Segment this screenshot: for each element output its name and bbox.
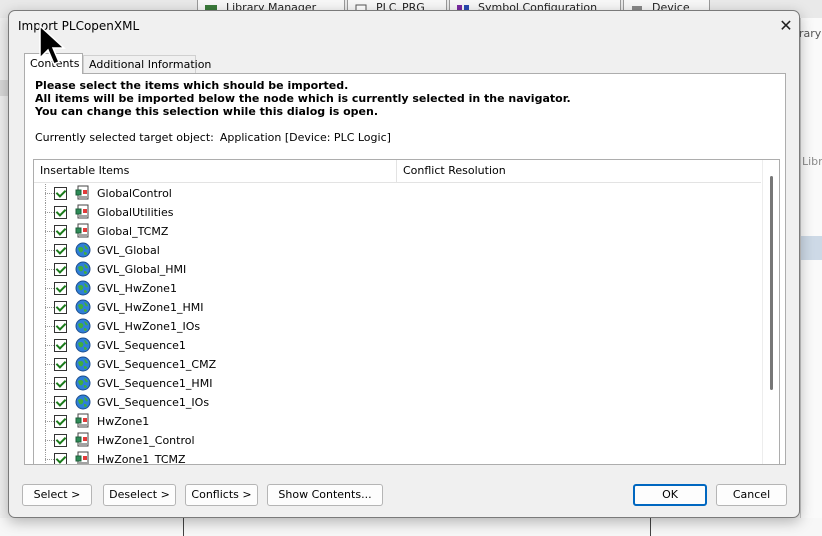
ide-right-panel: rary Libra [799, 18, 822, 536]
deselect-button[interactable]: Deselect > [103, 484, 176, 506]
tree-item-row[interactable]: HwZone1_TCMZ [34, 450, 761, 465]
item-name: HwZone1 [97, 415, 150, 428]
gvl-globe-icon [75, 356, 91, 372]
tree-item-row[interactable]: GlobalControl [34, 184, 761, 203]
target-object: Currently selected target object: Applica… [35, 131, 391, 144]
column-conflict-resolution[interactable]: Conflict Resolution [397, 160, 761, 182]
item-name: GlobalUtilities [97, 206, 174, 219]
tree-item-row[interactable]: GVL_Global [34, 241, 761, 260]
tree-item-row[interactable]: GVL_HwZone1_HMI [34, 298, 761, 317]
tree-rows: GlobalControl GlobalUtilities Global_TCMZ G… [34, 184, 761, 465]
item-checkbox[interactable] [54, 377, 67, 390]
tree-item-row[interactable]: GVL_HwZone1 [34, 279, 761, 298]
tree-item-row[interactable]: HwZone1_Control [34, 431, 761, 450]
right-panel-text: rary [799, 27, 822, 40]
select-button[interactable]: Select > [22, 484, 92, 506]
pou-icon [75, 204, 91, 220]
item-name: GVL_Sequence1_CMZ [97, 358, 217, 371]
pou-icon [75, 432, 91, 448]
gvl-globe-icon [75, 280, 91, 296]
pou-icon [75, 451, 91, 464]
close-icon[interactable]: ✕ [775, 16, 797, 36]
item-name: GVL_HwZone1_HMI [97, 301, 204, 314]
item-checkbox[interactable] [54, 358, 67, 371]
ide-left-panel [0, 18, 8, 536]
item-checkbox[interactable] [54, 320, 67, 333]
item-name: HwZone1_TCMZ [97, 453, 186, 465]
item-name: GVL_Sequence1 [97, 339, 186, 352]
tree-item-row[interactable]: GlobalUtilities [34, 203, 761, 222]
gvl-globe-icon [75, 337, 91, 353]
instruction-line: All items will be imported below the nod… [35, 92, 571, 105]
item-name: GVL_HwZone1 [97, 282, 177, 295]
pou-icon [75, 185, 91, 201]
column-insertable-items[interactable]: Insertable Items [34, 160, 397, 182]
pou-icon [75, 413, 91, 429]
tree-header: Insertable Items Conflict Resolution [34, 160, 761, 183]
vertical-scrollbar[interactable] [762, 160, 779, 464]
item-checkbox[interactable] [54, 225, 67, 238]
conflicts-button[interactable]: Conflicts > [185, 484, 258, 506]
tree-item-row[interactable]: GVL_Sequence1_IOs [34, 393, 761, 412]
item-name: GVL_Global_HMI [97, 263, 187, 276]
item-checkbox[interactable] [54, 187, 67, 200]
item-name: GVL_Global [97, 244, 160, 257]
gvl-globe-icon [75, 242, 91, 258]
contents-panel: Please select the items which should be … [24, 73, 786, 465]
insertable-items-tree: Insertable Items Conflict Resolution Glo… [33, 159, 780, 465]
item-name: GVL_Sequence1_HMI [97, 377, 213, 390]
item-name: GlobalControl [97, 187, 172, 200]
item-checkbox[interactable] [54, 282, 67, 295]
item-name: GVL_HwZone1_IOs [97, 320, 201, 333]
mouse-pointer-icon [39, 24, 66, 65]
show-contents-button[interactable]: Show Contents... [267, 484, 383, 506]
item-checkbox[interactable] [54, 453, 67, 464]
tree-item-row[interactable]: Global_TCMZ [34, 222, 761, 241]
dialog-title: Import PLCopenXML [18, 19, 140, 33]
target-object-label: Currently selected target object: [35, 131, 214, 144]
scrollbar-thumb[interactable] [770, 176, 773, 390]
item-checkbox[interactable] [54, 434, 67, 447]
item-checkbox[interactable] [54, 301, 67, 314]
item-checkbox[interactable] [54, 396, 67, 409]
item-name: GVL_Sequence1_IOs [97, 396, 210, 409]
item-checkbox[interactable] [54, 415, 67, 428]
item-checkbox[interactable] [54, 206, 67, 219]
tree-item-row[interactable]: GVL_HwZone1_IOs [34, 317, 761, 336]
ok-button[interactable]: OK [633, 484, 707, 506]
gvl-globe-icon [75, 261, 91, 277]
gvl-globe-icon [75, 318, 91, 334]
item-name: HwZone1_Control [97, 434, 195, 447]
cancel-button[interactable]: Cancel [716, 484, 787, 506]
target-object-value: Application [Device: PLC Logic] [219, 131, 391, 144]
tree-item-row[interactable]: GVL_Sequence1 [34, 336, 761, 355]
gvl-globe-icon [75, 394, 91, 410]
instruction-line: You can change this selection while this… [35, 105, 378, 118]
tab-additional-information[interactable]: Additional Information [83, 55, 211, 73]
tree-item-row[interactable]: GVL_Sequence1_CMZ [34, 355, 761, 374]
item-checkbox[interactable] [54, 339, 67, 352]
item-checkbox[interactable] [54, 244, 67, 257]
import-plcopenxml-dialog: Import PLCopenXML ✕ Contents Additional … [8, 10, 800, 518]
item-checkbox[interactable] [54, 263, 67, 276]
item-name: Global_TCMZ [97, 225, 169, 238]
ide-bottom-area [0, 518, 822, 536]
right-panel-text: Libra [802, 155, 822, 168]
right-panel-selected-row [801, 236, 822, 260]
tree-item-row[interactable]: HwZone1 [34, 412, 761, 431]
instruction-line: Please select the items which should be … [35, 79, 349, 92]
gvl-globe-icon [75, 299, 91, 315]
tree-item-row[interactable]: GVL_Global_HMI [34, 260, 761, 279]
instructions: Please select the items which should be … [35, 79, 571, 118]
gvl-globe-icon [75, 375, 91, 391]
pou-icon [75, 223, 91, 239]
tree-item-row[interactable]: GVL_Sequence1_HMI [34, 374, 761, 393]
